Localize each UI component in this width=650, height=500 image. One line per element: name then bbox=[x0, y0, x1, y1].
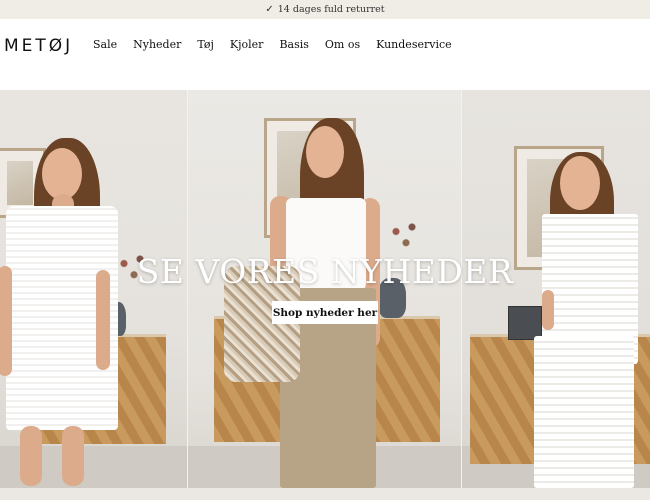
check-icon: ✓ bbox=[265, 4, 274, 15]
nav-item-basis[interactable]: Basis bbox=[279, 38, 308, 51]
announcement-text: 14 dages fuld returret bbox=[277, 4, 385, 15]
site-header: METØJ Sale Nyheder Tøj Kjoler Basis Om o… bbox=[0, 19, 650, 71]
nav-item-toj[interactable]: Tøj bbox=[197, 38, 214, 51]
nav-item-sale[interactable]: Sale bbox=[93, 38, 117, 51]
shop-new-arrivals-button[interactable]: Shop nyheder her bbox=[272, 301, 378, 324]
nav-item-kjoler[interactable]: Kjoler bbox=[230, 38, 264, 51]
below-hero-strip bbox=[0, 488, 650, 500]
hero-title: SE VORES NYHEDER bbox=[136, 252, 514, 291]
nav-item-nyheder[interactable]: Nyheder bbox=[133, 38, 181, 51]
hero-banner[interactable]: SE VORES NYHEDER Shop nyheder her bbox=[0, 90, 650, 488]
header-spacer bbox=[0, 71, 650, 90]
announcement-bar: ✓ 14 dages fuld returret bbox=[0, 0, 650, 19]
main-nav: Sale Nyheder Tøj Kjoler Basis Om os Kund… bbox=[93, 38, 468, 51]
site-logo[interactable]: METØJ bbox=[4, 36, 73, 56]
nav-item-om-os[interactable]: Om os bbox=[325, 38, 360, 51]
nav-item-kundeservice[interactable]: Kundeservice bbox=[376, 38, 452, 51]
